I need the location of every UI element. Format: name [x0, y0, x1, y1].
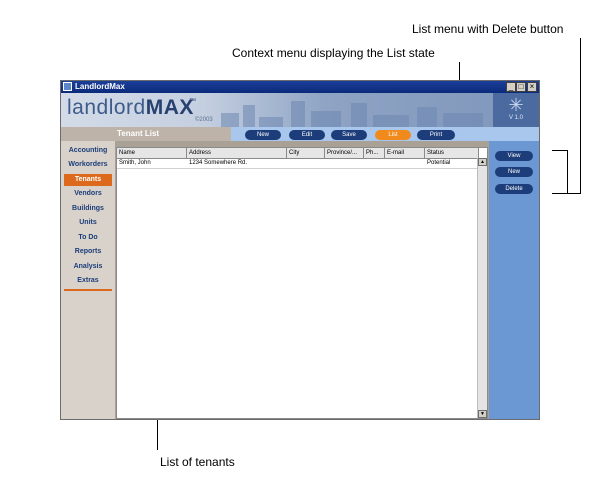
header-banner: landlordMAX ™ ©2003: [61, 93, 539, 127]
column-header-name[interactable]: Name: [117, 148, 187, 158]
skyline-decoration: [373, 115, 409, 127]
skyline-decoration: [351, 103, 367, 127]
cell-name[interactable]: Smith, John: [117, 159, 189, 167]
context-print-button[interactable]: Print: [417, 130, 455, 140]
context-save-button[interactable]: Save: [331, 130, 367, 140]
window-title: LandlordMax: [75, 82, 125, 91]
context-list-button[interactable]: List: [375, 130, 411, 140]
version-label: V 1.0: [508, 115, 523, 121]
column-header-province[interactable]: Province/...: [325, 148, 364, 158]
close-button[interactable]: ×: [527, 82, 537, 92]
title-bar[interactable]: LandlordMax _ □ ×: [61, 81, 539, 93]
new-button[interactable]: New: [495, 167, 533, 177]
callout-line-list-menu-bracket: [567, 150, 568, 194]
version-badge: ✳ V 1.0: [493, 93, 539, 127]
context-edit-button[interactable]: Edit: [289, 130, 325, 140]
skyline-decoration: [311, 111, 341, 127]
sidebar-item-workorders[interactable]: Workorders: [61, 159, 115, 171]
column-header-address[interactable]: Address: [187, 148, 287, 158]
tenant-list-table: Name Address City Province/... Ph... E-m…: [116, 147, 488, 419]
sidebar-divider: [64, 289, 112, 291]
context-title: Tenant List: [117, 129, 160, 138]
star-icon: ✳: [508, 95, 524, 115]
sidebar-item-analysis[interactable]: Analysis: [61, 261, 115, 273]
callout-list-of-tenants: List of tenants: [160, 455, 235, 469]
skyline-decoration: [243, 105, 255, 127]
logo-year: ©2003: [195, 117, 213, 123]
context-title-area: Tenant List: [61, 127, 231, 141]
column-header-email[interactable]: E-mail: [385, 148, 425, 158]
column-header-status[interactable]: Status: [425, 148, 479, 158]
logo-trademark: ™: [189, 98, 196, 105]
app-window: LandlordMax _ □ × landlordMAX ™ ©2003 ✳ …: [60, 80, 540, 420]
context-menu-bar: Tenant List New Edit Save List Print: [61, 127, 539, 141]
callout-line-list-menu-vertical: [580, 38, 581, 194]
sidebar-item-vendors[interactable]: Vendors: [61, 188, 115, 200]
vertical-scrollbar[interactable]: ▲ ▼: [477, 158, 487, 418]
skyline-decoration: [417, 107, 437, 127]
callout-line-list-menu-top: [552, 150, 568, 151]
sidebar-item-tenants[interactable]: Tenants: [64, 174, 112, 186]
cell-address[interactable]: 1234 Somewhere Rd.: [187, 159, 289, 167]
sidebar-item-to-do[interactable]: To Do: [61, 232, 115, 244]
minimize-button[interactable]: _: [506, 82, 516, 92]
scroll-down-arrow-icon[interactable]: ▼: [478, 410, 487, 418]
left-sidebar: Accounting Workorders Tenants Vendors Bu…: [61, 141, 115, 419]
delete-button[interactable]: Delete: [495, 184, 533, 194]
skyline-decoration: [221, 113, 239, 127]
table-header: Name Address City Province/... Ph... E-m…: [117, 148, 479, 159]
sidebar-item-accounting[interactable]: Accounting: [61, 145, 115, 157]
skyline-decoration: [291, 101, 305, 127]
sidebar-item-reports[interactable]: Reports: [61, 246, 115, 258]
callout-context-menu: Context menu displaying the List state: [232, 46, 435, 60]
skyline-decoration: [443, 113, 483, 127]
column-header-phone[interactable]: Ph...: [364, 148, 385, 158]
list-menu-panel: View New Delete: [489, 141, 539, 419]
row-separator: [117, 168, 479, 169]
maximize-button[interactable]: □: [516, 82, 526, 92]
column-header-city[interactable]: City: [287, 148, 325, 158]
sidebar-item-units[interactable]: Units: [61, 217, 115, 229]
skyline-decoration: [259, 117, 283, 127]
app-icon: [63, 82, 72, 91]
cell-status[interactable]: Potential: [425, 159, 481, 167]
context-new-button[interactable]: New: [245, 130, 281, 140]
scroll-up-arrow-icon[interactable]: ▲: [478, 158, 487, 166]
sidebar-item-buildings[interactable]: Buildings: [61, 203, 115, 215]
callout-list-menu: List menu with Delete button: [412, 22, 564, 36]
app-logo: landlordMAX: [67, 96, 194, 119]
callout-line-list-menu-bottom: [552, 193, 581, 194]
sidebar-item-extras[interactable]: Extras: [61, 275, 115, 287]
view-button[interactable]: View: [495, 151, 533, 161]
